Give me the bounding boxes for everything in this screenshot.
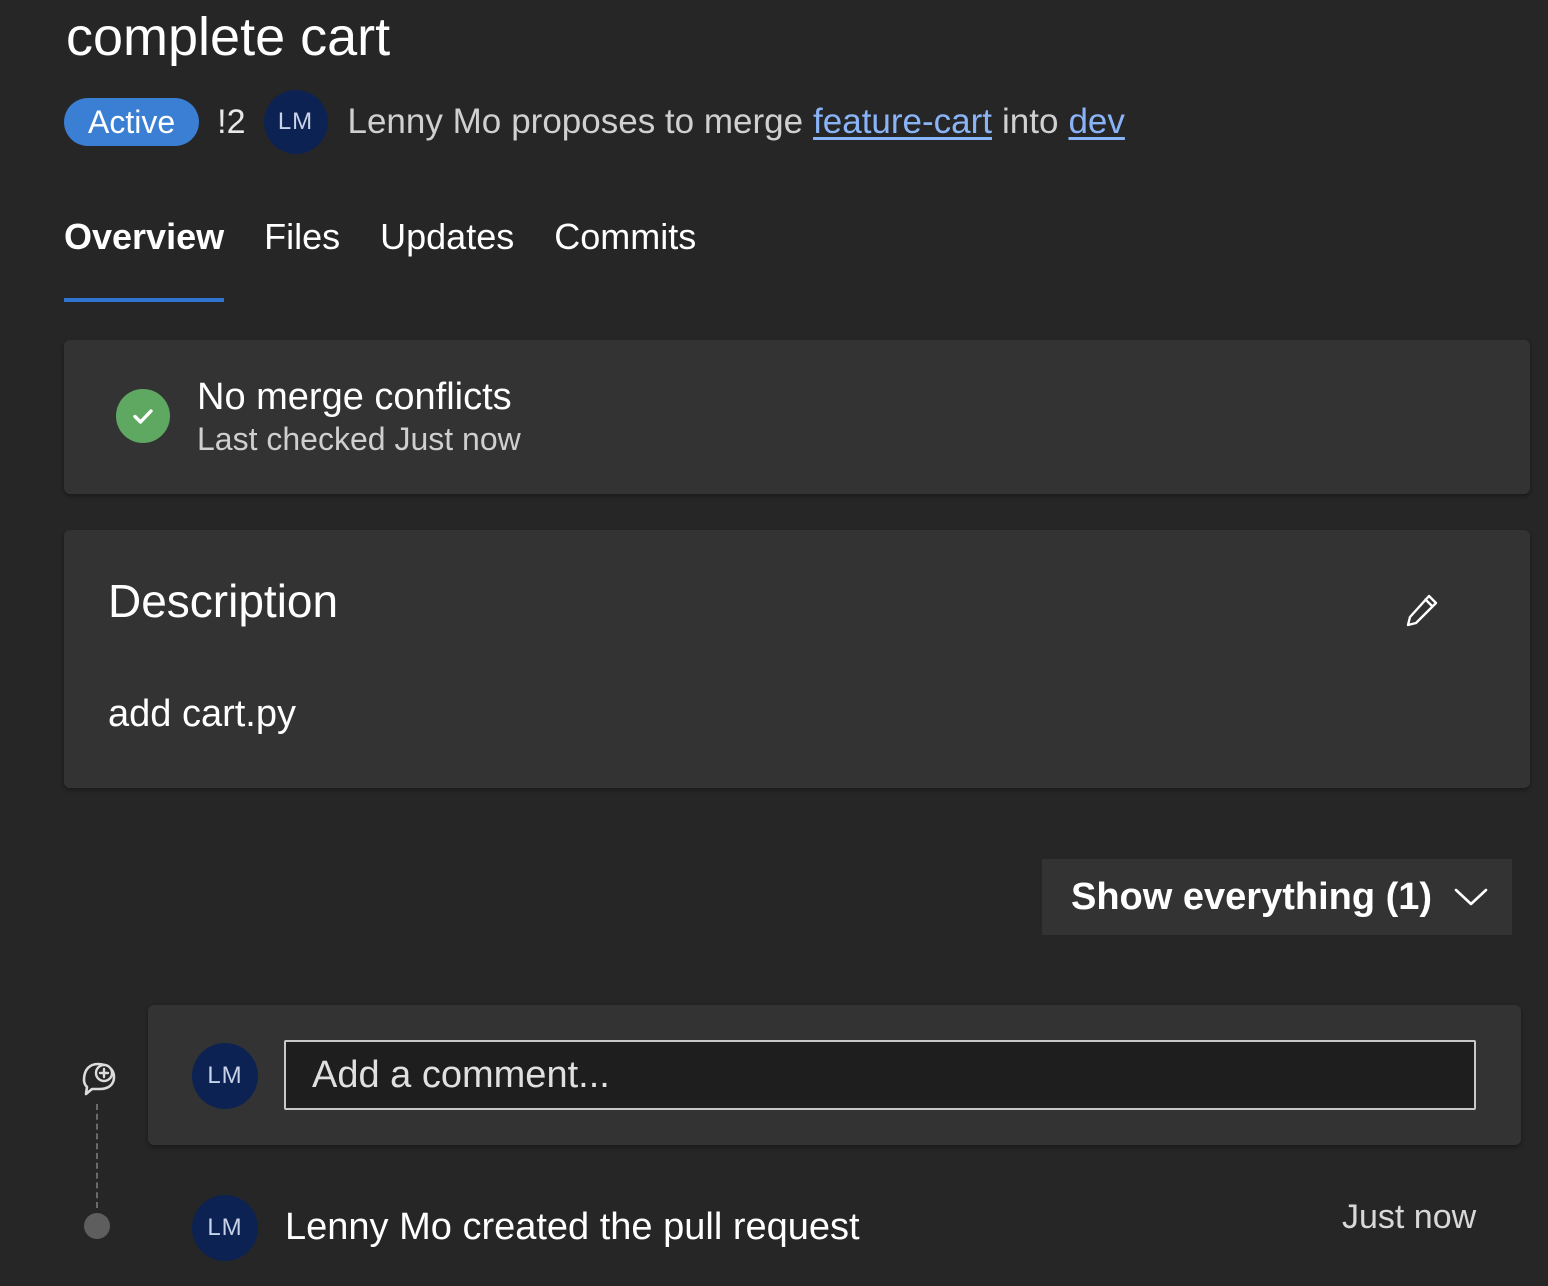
- merge-status-subtitle: Last checked Just now: [197, 421, 521, 457]
- description-body: add cart.py: [108, 693, 296, 735]
- description-heading: Description: [108, 575, 339, 627]
- comment-input[interactable]: [284, 1040, 1476, 1110]
- chevron-down-icon: [1454, 887, 1488, 907]
- page-title: complete cart: [66, 7, 391, 67]
- check-circle-icon: [116, 389, 170, 443]
- target-branch-link[interactable]: dev: [1068, 102, 1124, 142]
- tab-files[interactable]: Files: [264, 210, 340, 304]
- into-text: into: [1002, 102, 1059, 141]
- source-branch-link[interactable]: feature-cart: [813, 102, 992, 142]
- timeline-event-time: Just now: [1342, 1198, 1477, 1236]
- status-badge: Active: [64, 98, 200, 146]
- comment-avatar: LM: [192, 1043, 258, 1109]
- tab-commits[interactable]: Commits: [554, 210, 696, 304]
- timeline-dot: [84, 1213, 110, 1239]
- timeline-event-text: Lenny Mo created the pull request: [285, 1206, 860, 1248]
- tab-updates[interactable]: Updates: [380, 210, 514, 304]
- activity-filter-label: Show everything (1): [1071, 875, 1433, 918]
- pencil-icon: [1406, 594, 1438, 627]
- pr-meta: Active !2 LM Lenny Mo proposes to merge …: [64, 90, 1125, 154]
- event-avatar[interactable]: LM: [192, 1195, 258, 1261]
- description-card: [64, 530, 1530, 788]
- edit-description-button[interactable]: [1400, 588, 1444, 632]
- activity-filter-dropdown[interactable]: Show everything (1): [1042, 859, 1512, 935]
- merge-status-title: No merge conflicts: [197, 376, 512, 418]
- timeline-connector: [96, 1104, 98, 1208]
- author-name: Lenny Mo: [347, 102, 502, 141]
- tab-bar: Overview Files Updates Commits: [64, 210, 736, 304]
- merge-summary: Lenny Mo proposes to merge feature-cart …: [348, 102, 1125, 142]
- proposes-text: proposes to merge: [511, 102, 804, 141]
- tab-overview[interactable]: Overview: [64, 210, 225, 304]
- author-avatar[interactable]: LM: [263, 90, 328, 154]
- pull-request-page: complete cart Active !2 LM Lenny Mo prop…: [0, 0, 1548, 1286]
- pr-id: !2: [217, 102, 246, 141]
- add-comment-icon: [78, 1058, 118, 1098]
